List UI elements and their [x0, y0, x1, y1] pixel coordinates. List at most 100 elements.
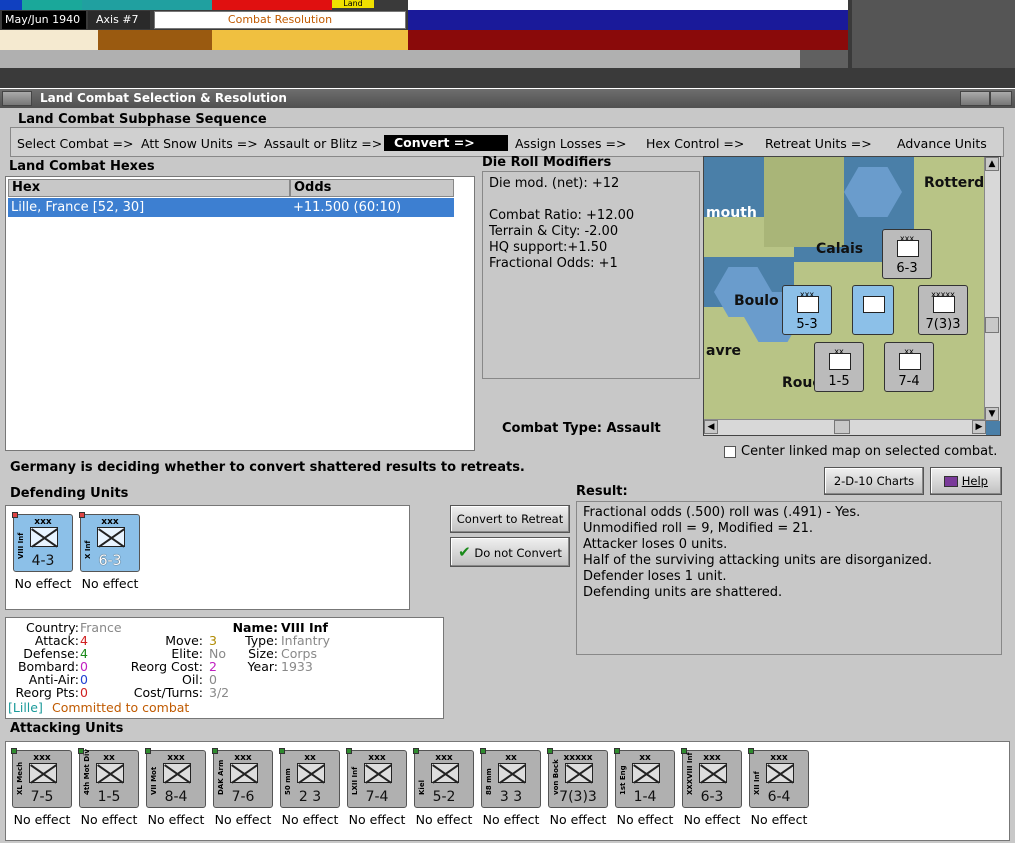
- scroll-thumb[interactable]: [834, 420, 850, 434]
- result-line: Unmodified roll = 9, Modified = 21.: [583, 521, 814, 536]
- map-city-boulogne: Boulo: [734, 293, 779, 309]
- reorgpts-value: 0: [80, 685, 88, 700]
- combat-type: Combat Type: Assault: [502, 421, 661, 436]
- impulse-indicator: Axis #7: [88, 11, 150, 29]
- attacking-unit-counter[interactable]: xxx LXII Inf 7-4: [346, 748, 407, 808]
- attacking-title: Attacking Units: [10, 721, 124, 736]
- convert-to-retreat-button[interactable]: Convert to Retreat: [450, 505, 570, 533]
- center-map-checkbox[interactable]: [724, 446, 736, 458]
- step-att-snow-units: Att Snow Units =>: [141, 136, 258, 151]
- turn-date: May/Jun 1940: [2, 11, 86, 29]
- map-unit[interactable]: xx 7-4: [884, 342, 934, 392]
- attacking-unit-counter[interactable]: xxx XL Mech 7-5: [11, 748, 72, 808]
- costturns-value: 3/2: [209, 685, 230, 700]
- unit-effect: No effect: [482, 812, 540, 827]
- scroll-right-icon[interactable]: ▶: [972, 420, 986, 434]
- map-city-portsmouth: mouth: [706, 205, 757, 221]
- scroll-thumb[interactable]: [985, 317, 999, 333]
- step-select-combat: Select Combat =>: [17, 136, 134, 151]
- modifier-line: HQ support:+1.50: [489, 240, 608, 255]
- modifier-line: Terrain & City: -2.00: [489, 224, 619, 239]
- window-minimize-button[interactable]: [960, 91, 990, 106]
- scroll-down-icon[interactable]: ▼: [985, 407, 999, 421]
- map-unit[interactable]: xxx 5-3: [782, 285, 832, 335]
- hexes-title: Land Combat Hexes: [9, 159, 155, 174]
- unit-effect: No effect: [549, 812, 607, 827]
- attacking-unit-counter[interactable]: xxx VII Mot 8-4: [145, 748, 206, 808]
- map-horizontal-scrollbar[interactable]: ◀ ▶: [704, 419, 986, 435]
- modifier-line: Fractional Odds: +1: [489, 256, 618, 271]
- result-line: Fractional odds (.500) roll was (.491) -…: [583, 505, 861, 520]
- defending-unit-counter[interactable]: xxx X Inf 6-3: [79, 512, 140, 572]
- phase-indicator: Combat Resolution: [154, 11, 406, 29]
- attacking-unit-counter[interactable]: xx 4th Mot Div 1-5: [78, 748, 139, 808]
- attacking-unit-counter[interactable]: xxx Kiel 5-2: [413, 748, 474, 808]
- land-tab[interactable]: Land: [332, 0, 374, 8]
- window-close-button[interactable]: [990, 91, 1012, 106]
- unit-effect: No effect: [348, 812, 406, 827]
- linked-map[interactable]: Rotterd Calais Boulo avre Roue mouth xxx…: [703, 156, 1001, 436]
- unit-effect: No effect: [80, 812, 138, 827]
- modifiers-panel: Die mod. (net): +12 Combat Ratio: +12.00…: [482, 171, 700, 379]
- attacking-unit-counter[interactable]: xxx DAK Arm 7-6: [212, 748, 273, 808]
- map-unit[interactable]: xx 1-5: [814, 342, 864, 392]
- window-menu-button[interactable]: [2, 91, 32, 106]
- unit-effect: No effect: [13, 812, 71, 827]
- status-message: Germany is deciding whether to convert s…: [10, 460, 525, 475]
- combat-window: Land Combat Selection & Resolution Land …: [0, 88, 1015, 843]
- map-vertical-scrollbar[interactable]: ▲ ▼: [984, 157, 1000, 421]
- charts-button[interactable]: 2-D-10 Charts: [824, 467, 924, 495]
- result-line: Attacker loses 0 units.: [583, 537, 728, 552]
- unit-effect: No effect: [616, 812, 674, 827]
- step-advance-units: Advance Units: [897, 136, 987, 151]
- result-panel: Fractional odds (.500) roll was (.491) -…: [576, 501, 1002, 655]
- window-titlebar: Land Combat Selection & Resolution: [0, 89, 1015, 108]
- costturns-label: Cost/Turns:: [133, 685, 203, 700]
- result-line: Defender loses 1 unit.: [583, 569, 727, 584]
- help-label: Help: [961, 474, 988, 488]
- step-convert: Convert =>: [384, 135, 508, 151]
- do-not-convert-label: Do not Convert: [474, 546, 562, 560]
- background-map-bar: [0, 0, 1015, 88]
- modifiers-title: Die Roll Modifiers: [482, 155, 612, 170]
- hex-column-header[interactable]: Hex: [8, 179, 290, 197]
- center-map-label: Center linked map on selected combat.: [741, 444, 998, 459]
- subphase-sequence: Select Combat => Att Snow Units => Assau…: [10, 127, 1004, 157]
- scroll-up-icon[interactable]: ▲: [985, 157, 999, 171]
- do-not-convert-button[interactable]: ✔ Do not Convert: [450, 537, 570, 567]
- map-unit[interactable]: xxx 6-3: [882, 229, 932, 279]
- map-unit[interactable]: xxxxx 7(3)3: [918, 285, 968, 335]
- result-title: Result:: [576, 484, 628, 499]
- help-button[interactable]: Help: [930, 467, 1002, 495]
- unit-effect: No effect: [214, 812, 272, 827]
- combat-type-label: Combat Type:: [502, 421, 602, 436]
- defending-unit-counter[interactable]: xxx VIII Inf 4-3: [12, 512, 73, 572]
- scroll-left-icon[interactable]: ◀: [704, 420, 718, 434]
- attacking-unit-counter[interactable]: xx 50 mm 2 3: [279, 748, 340, 808]
- map-city-calais: Calais: [816, 241, 864, 257]
- attacking-unit-counter[interactable]: xxx XII Inf 6-4: [748, 748, 809, 808]
- attacking-unit-counter[interactable]: xx 1st Eng 1-4: [614, 748, 675, 808]
- defending-title: Defending Units: [10, 486, 129, 501]
- attacking-unit-counter[interactable]: xx 88 mm 3 3: [480, 748, 541, 808]
- result-line: Defending units are shattered.: [583, 585, 783, 600]
- attacking-unit-counter[interactable]: xxx XXXVIII Inf 6-3: [681, 748, 742, 808]
- modifier-line: Die mod. (net): +12: [489, 176, 620, 191]
- reorgpts-label: Reorg Pts:: [15, 685, 79, 700]
- defending-units-panel: xxx VIII Inf 4-3 No effect xxx X Inf 6-3…: [5, 505, 410, 610]
- unit-effect: No effect: [14, 576, 72, 591]
- unit-effect: No effect: [415, 812, 473, 827]
- step-assign-losses: Assign Losses =>: [515, 136, 627, 151]
- table-row[interactable]: Lille, France [52, 30] +11.500 (60:10): [8, 198, 454, 217]
- unit-info-panel: Country: France Attack: 4 Defense: 4 Bom…: [5, 617, 444, 719]
- unit-effect: No effect: [281, 812, 339, 827]
- unit-effect: No effect: [750, 812, 808, 827]
- odds-column-header[interactable]: Odds: [290, 179, 454, 197]
- unit-status: Committed to combat: [52, 700, 190, 715]
- year-label: Year:: [247, 659, 278, 674]
- attacking-unit-counter[interactable]: xxxxx von Bock 7(3)3: [547, 748, 608, 808]
- step-hex-control: Hex Control =>: [646, 136, 745, 151]
- attacking-units-panel: xxx XL Mech 7-5 No effect xx 4th Mot Div 1-5 No…: [5, 741, 1010, 841]
- step-retreat-units: Retreat Units =>: [765, 136, 872, 151]
- target-hex-unit[interactable]: [852, 285, 894, 335]
